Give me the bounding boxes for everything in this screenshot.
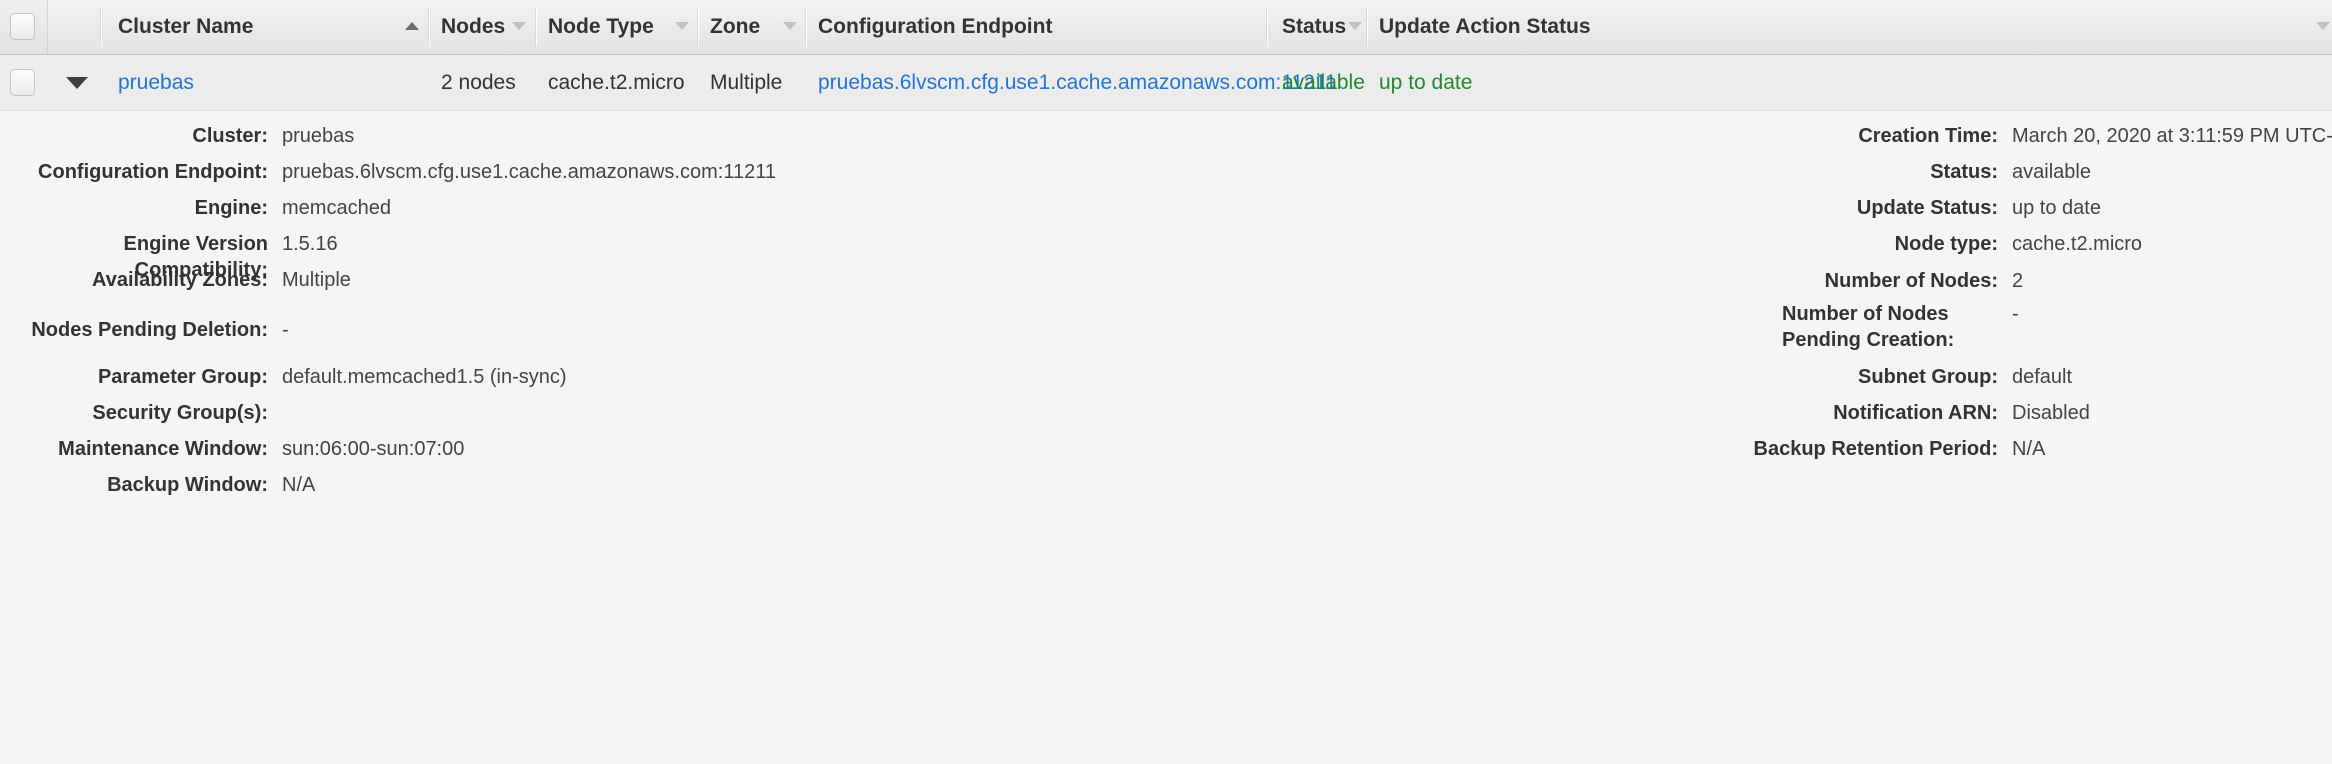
column-header-label: Status [1282,15,1346,39]
detail-label: Subnet Group: [1060,364,1998,390]
table-row[interactable]: pruebas 2 nodes cache.t2.micro Multiple … [0,55,2332,111]
column-separator [697,8,699,46]
cluster-detail-panel: Cluster: pruebas Configuration Endpoint:… [0,111,2332,764]
column-separator [805,8,807,46]
select-all-checkbox[interactable] [10,13,35,40]
nodes-value: 2 nodes [441,71,516,95]
detail-label: Creation Time: [1060,123,1998,149]
cell-nodes: 2 nodes [441,55,516,110]
detail-value: up to date [2012,195,2101,221]
column-header-label: Nodes [441,15,505,39]
row-select-cell[interactable] [0,55,48,110]
detail-label: Update Status: [1060,195,1998,221]
column-separator [1366,8,1368,46]
status-badge: available [1282,71,1365,95]
column-header-cluster-name[interactable]: Cluster Name [118,0,253,54]
detail-label: Backup Retention Period: [1060,436,1998,462]
column-separator [1266,8,1268,46]
detail-label: Status: [1060,159,1998,185]
detail-label: Configuration Endpoint: [0,159,268,185]
detail-value: N/A [282,472,315,498]
detail-value: cache.t2.micro [2012,231,2142,257]
detail-label: Notification ARN: [1060,400,1998,426]
column-header-nodes[interactable]: Nodes [441,0,505,54]
row-expand-triangle-icon[interactable] [66,77,88,89]
detail-value: 2 [2012,268,2023,294]
detail-value: sun:06:00-sun:07:00 [282,436,464,462]
detail-label: Number of Nodes: [1060,268,1998,294]
column-separator [100,8,102,46]
column-header-label: Cluster Name [118,15,253,39]
zone-value: Multiple [710,71,782,95]
cell-node-type: cache.t2.micro [548,55,685,110]
column-header-status[interactable]: Status [1282,0,1346,54]
detail-label: Maintenance Window: [0,436,268,462]
detail-value: N/A [2012,436,2045,462]
detail-value: - [2012,301,2019,327]
cell-cluster-name[interactable]: pruebas [118,55,194,110]
cell-update-action-status: up to date [1379,55,1472,110]
column-separator [535,8,537,46]
sort-arrow-status-icon[interactable] [1348,22,1362,30]
detail-label: Security Group(s): [0,400,268,426]
sort-arrow-cluster-name-icon[interactable] [405,22,419,30]
cell-configuration-endpoint[interactable]: pruebas.6lvscm.cfg.use1.cache.amazonaws.… [818,55,1337,110]
column-header-update-action-status[interactable]: Update Action Status [1379,0,1591,54]
detail-label: Node type: [1060,231,1998,257]
column-header-label: Zone [710,15,760,39]
detail-value: 1.5.16 [282,231,338,257]
configuration-endpoint-link[interactable]: pruebas.6lvscm.cfg.use1.cache.amazonaws.… [818,71,1337,95]
cell-zone: Multiple [710,55,782,110]
detail-value: March 20, 2020 at 3:11:59 PM UTC-6 [2012,123,2332,149]
row-select-checkbox[interactable] [10,69,35,96]
detail-value: pruebas [282,123,354,149]
column-header-node-type[interactable]: Node Type [548,0,654,54]
node-type-value: cache.t2.micro [548,71,685,95]
column-header-label: Node Type [548,15,654,39]
column-header-configuration-endpoint[interactable]: Configuration Endpoint [818,0,1052,54]
select-all-cell[interactable] [0,0,48,54]
detail-value: default [2012,364,2072,390]
detail-value: Multiple [282,267,351,293]
detail-label: Parameter Group: [0,364,268,390]
detail-label: Engine: [0,195,268,221]
detail-value: Disabled [2012,400,2090,426]
cluster-name-link[interactable]: pruebas [118,71,194,95]
detail-label: Availability Zones: [0,267,268,293]
detail-value: - [282,317,289,343]
detail-label: Nodes Pending Deletion: [0,317,268,343]
detail-label: Number of Nodes Pending Creation: [1782,301,2022,353]
column-header-zone[interactable]: Zone [710,0,760,54]
update-action-status-badge: up to date [1379,71,1472,95]
sort-arrow-nodes-icon[interactable] [512,22,526,30]
detail-value: pruebas.6lvscm.cfg.use1.cache.amazonaws.… [282,159,776,185]
detail-label: Cluster: [0,123,268,149]
cell-status: available [1282,55,1365,110]
column-header-label: Update Action Status [1379,15,1591,39]
detail-value: available [2012,159,2091,185]
sort-arrow-update-action-status-icon[interactable] [2316,22,2330,30]
table-header-row: Cluster Name Nodes Node Type Zone Config… [0,0,2332,55]
detail-value: default.memcached1.5 (in-sync) [282,364,567,390]
column-separator [428,8,430,46]
column-header-label: Configuration Endpoint [818,15,1052,39]
sort-arrow-node-type-icon[interactable] [675,22,689,30]
detail-value: memcached [282,195,391,221]
detail-label: Backup Window: [0,472,268,498]
sort-arrow-zone-icon[interactable] [783,22,797,30]
